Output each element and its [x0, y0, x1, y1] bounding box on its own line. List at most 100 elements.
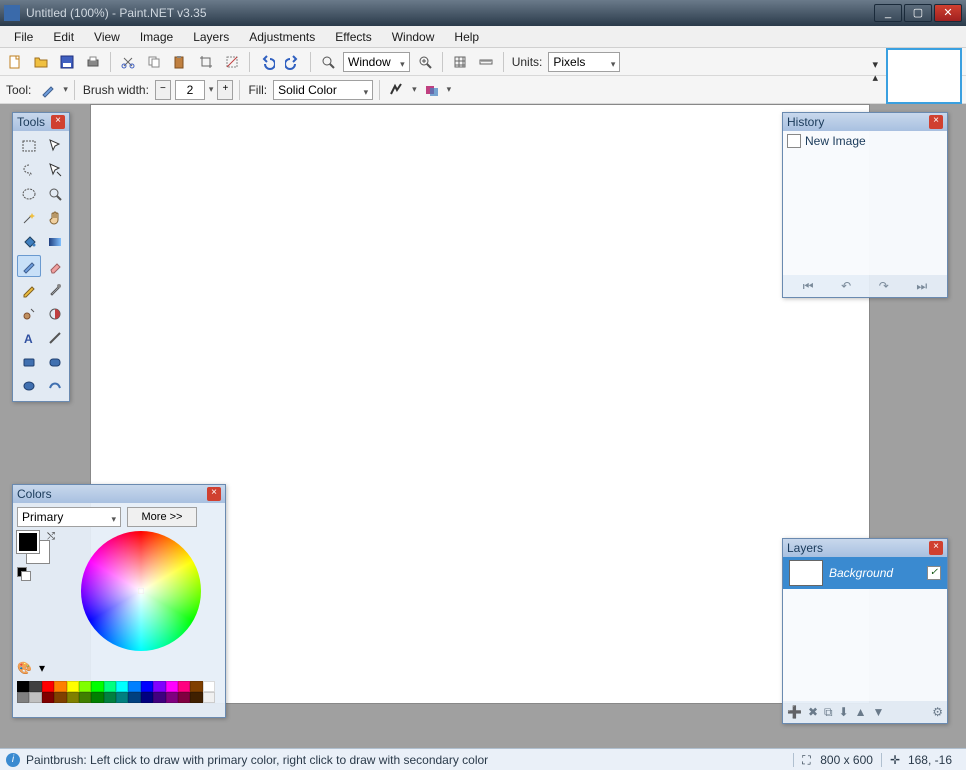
tool-pan[interactable] — [43, 207, 67, 229]
history-redo-icon[interactable]: ↷ — [879, 279, 889, 293]
palette-swatch[interactable] — [128, 692, 140, 703]
palette-swatch[interactable] — [67, 692, 79, 703]
tool-move-select[interactable] — [43, 135, 67, 157]
palette-swatch[interactable] — [104, 692, 116, 703]
tool-move[interactable] — [43, 159, 67, 181]
tool-gradient[interactable] — [43, 231, 67, 253]
palette-swatch[interactable] — [17, 692, 29, 703]
tool-eraser[interactable] — [43, 255, 67, 277]
swap-colors-icon[interactable]: ⤭ — [47, 531, 55, 542]
layer-properties-icon[interactable]: ⚙ — [932, 705, 943, 719]
palette-menu-icon[interactable]: ▾ — [39, 661, 55, 677]
palette-swatch[interactable] — [166, 681, 178, 692]
menu-effects[interactable]: Effects — [325, 28, 381, 46]
tool-rect[interactable] — [17, 351, 41, 373]
tool-freeform[interactable] — [43, 375, 67, 397]
palette-swatch[interactable] — [104, 681, 116, 692]
crop-button[interactable] — [195, 51, 217, 73]
tool-brush[interactable] — [17, 255, 41, 277]
tool-rounded-rect[interactable] — [43, 351, 67, 373]
tools-panel-close[interactable]: × — [51, 115, 65, 129]
menu-view[interactable]: View — [84, 28, 130, 46]
open-file-button[interactable] — [30, 51, 52, 73]
palette-swatch[interactable] — [190, 681, 202, 692]
history-panel-header[interactable]: History × — [783, 113, 947, 131]
tool-rect-select[interactable] — [17, 135, 41, 157]
layers-panel-close[interactable]: × — [929, 541, 943, 555]
palette-swatch[interactable] — [79, 681, 91, 692]
tool-zoom[interactable] — [43, 183, 67, 205]
palette-swatch[interactable] — [153, 692, 165, 703]
menu-edit[interactable]: Edit — [43, 28, 84, 46]
history-panel-close[interactable]: × — [929, 115, 943, 129]
maximize-button[interactable]: ▢ — [904, 4, 932, 22]
tool-picker[interactable] — [43, 279, 67, 301]
reset-colors-icon[interactable] — [17, 567, 31, 581]
zoom-in-button[interactable] — [414, 51, 436, 73]
tool-ellipse-select[interactable] — [17, 183, 41, 205]
layer-row[interactable]: Background✓ — [783, 557, 947, 589]
menu-window[interactable]: Window — [382, 28, 445, 46]
palette-swatch[interactable] — [91, 681, 103, 692]
tool-line[interactable] — [43, 327, 67, 349]
palette-swatch[interactable] — [116, 692, 128, 703]
history-rewind-icon[interactable]: ⏮ — [803, 279, 814, 294]
history-forward-icon[interactable]: ⏭ — [916, 279, 927, 294]
layers-panel-header[interactable]: Layers × — [783, 539, 947, 557]
tool-ellipse[interactable] — [17, 375, 41, 397]
tool-clone[interactable] — [17, 303, 41, 325]
palette-add-icon[interactable]: 🎨 — [17, 661, 33, 677]
zoom-button[interactable] — [317, 51, 339, 73]
menu-help[interactable]: Help — [444, 28, 489, 46]
thumbnail-toggle-icon[interactable]: ▾▴ — [872, 58, 878, 84]
palette-swatch[interactable] — [54, 692, 66, 703]
fill-combo[interactable]: Solid Color — [273, 80, 373, 100]
palette-swatch[interactable] — [141, 681, 153, 692]
tool-bucket[interactable] — [17, 231, 41, 253]
layer-delete-icon[interactable]: ✖ — [808, 705, 818, 719]
undo-button[interactable] — [256, 51, 278, 73]
color-selector-combo[interactable]: Primary — [17, 507, 121, 527]
menu-image[interactable]: Image — [130, 28, 183, 46]
palette-swatch[interactable] — [116, 681, 128, 692]
layer-down-icon[interactable]: ▼ — [873, 705, 885, 719]
history-undo-icon[interactable]: ↶ — [841, 279, 851, 293]
palette-swatch[interactable] — [153, 681, 165, 692]
history-item[interactable]: New Image — [785, 133, 945, 149]
cut-button[interactable] — [117, 51, 139, 73]
palette-swatch[interactable] — [166, 692, 178, 703]
print-button[interactable] — [82, 51, 104, 73]
menu-layers[interactable]: Layers — [183, 28, 239, 46]
close-button[interactable]: ✕ — [934, 4, 962, 22]
tool-lasso[interactable] — [17, 159, 41, 181]
palette-swatch[interactable] — [178, 681, 190, 692]
palette-swatch[interactable] — [29, 681, 41, 692]
palette-swatch[interactable] — [79, 692, 91, 703]
colors-panel-close[interactable]: × — [207, 487, 221, 501]
primary-color-swatch[interactable] — [17, 531, 39, 553]
palette-swatch[interactable] — [67, 681, 79, 692]
tools-panel-header[interactable]: Tools × — [13, 113, 69, 131]
copy-button[interactable] — [143, 51, 165, 73]
layer-visible-checkbox[interactable]: ✓ — [927, 566, 941, 580]
tool-recolor[interactable] — [43, 303, 67, 325]
active-tool-button[interactable] — [37, 79, 59, 101]
layer-add-icon[interactable]: ➕ — [787, 705, 802, 719]
color-swatches[interactable]: ⤭ — [17, 531, 57, 581]
tool-wand[interactable] — [17, 207, 41, 229]
tool-pencil[interactable] — [17, 279, 41, 301]
palette-swatch[interactable] — [91, 692, 103, 703]
brush-increase-button[interactable]: + — [217, 80, 233, 100]
redo-button[interactable] — [282, 51, 304, 73]
palette-swatch[interactable] — [178, 692, 190, 703]
blend-mode-button[interactable] — [421, 79, 443, 101]
zoom-mode-combo[interactable]: Window — [343, 52, 410, 72]
palette-swatch[interactable] — [42, 681, 54, 692]
grid-button[interactable] — [449, 51, 471, 73]
palette-swatch[interactable] — [17, 681, 29, 692]
deselect-button[interactable] — [221, 51, 243, 73]
new-file-button[interactable] — [4, 51, 26, 73]
palette-swatch[interactable] — [190, 692, 202, 703]
palette-swatch[interactable] — [54, 681, 66, 692]
colors-more-button[interactable]: More >> — [127, 507, 197, 527]
